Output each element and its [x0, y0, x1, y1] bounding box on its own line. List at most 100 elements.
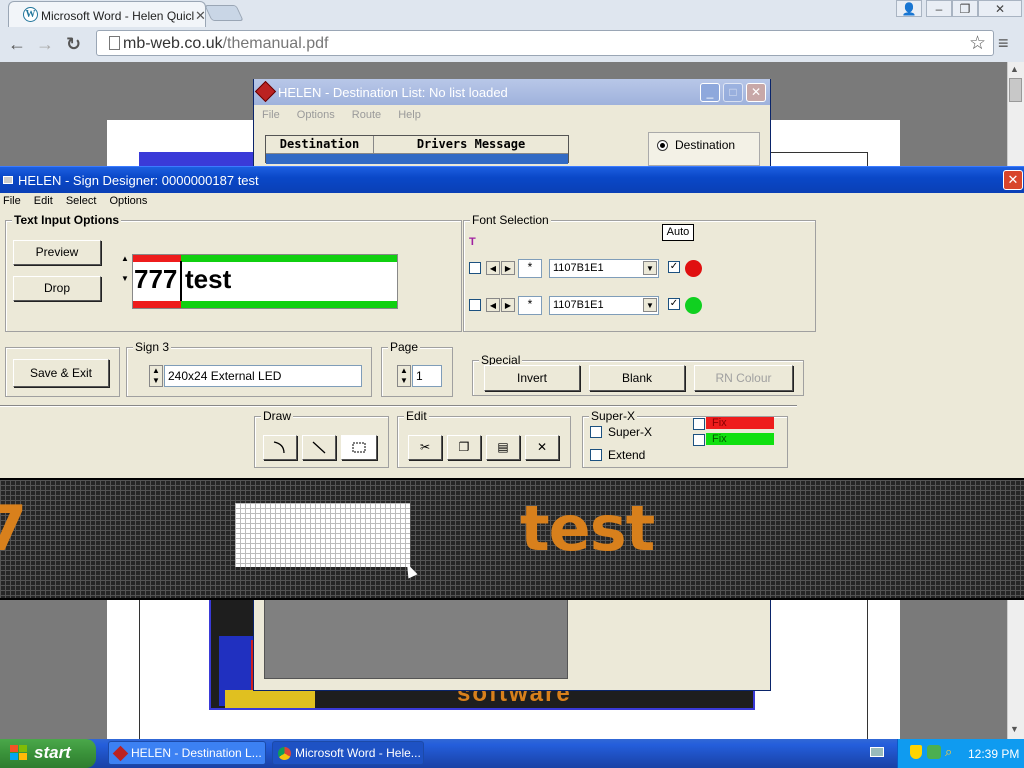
font-tt-icon[interactable]: T [469, 236, 476, 248]
sign-type-field[interactable]: 240x24 External LED [164, 365, 362, 387]
font-row1-checkbox[interactable] [469, 262, 481, 274]
paste-button[interactable]: ▤ [486, 435, 520, 460]
network-icon[interactable] [927, 745, 941, 759]
copy-button[interactable]: ❐ [447, 435, 481, 460]
star-icon[interactable]: ☆ [969, 32, 986, 55]
scrollbar-thumb[interactable] [1009, 78, 1022, 102]
user-icon[interactable]: 👤 [896, 0, 922, 17]
line-color-red-bottom [133, 301, 181, 308]
text-preview-box[interactable]: 777 test [132, 254, 398, 309]
sign-designer-titlebar[interactable]: HELEN - Sign Designer: 0000000187 test ✕ [0, 166, 1024, 193]
font-row1-color-check[interactable]: ✓ [668, 261, 680, 273]
preview-button[interactable]: Preview [13, 240, 101, 265]
preview-text: test [185, 264, 232, 294]
green-color-swatch[interactable] [685, 297, 702, 314]
extend-checkbox[interactable] [590, 449, 602, 461]
menu-route[interactable]: Route [352, 109, 381, 121]
font-row2-size[interactable]: * [518, 296, 542, 315]
page-number-field[interactable]: 1 [412, 365, 442, 387]
dest-close-button[interactable]: ✕ [746, 83, 766, 102]
menu-file[interactable]: File [262, 109, 280, 121]
menu-file[interactable]: File [3, 195, 21, 207]
blank-button[interactable]: Blank [589, 365, 685, 391]
dropdown-arrow-icon[interactable]: ▼ [643, 261, 657, 275]
keyboard-icon[interactable] [870, 747, 884, 757]
separator [0, 405, 797, 407]
led-selection-area[interactable] [235, 503, 410, 567]
restore-button[interactable]: ❐ [952, 0, 978, 17]
menu-select[interactable]: Select [66, 195, 97, 207]
fix-red-checkbox[interactable] [693, 418, 705, 430]
scroll-down-icon[interactable]: ▼ [1010, 724, 1019, 734]
pdf-figure-bar [139, 152, 255, 166]
table-row[interactable] [266, 154, 568, 164]
taskbar-item-chrome[interactable]: Microsoft Word - Hele... [272, 741, 424, 765]
destination-table[interactable]: Destination Drivers Message [265, 135, 569, 164]
column-header-drivers-message[interactable]: Drivers Message [374, 136, 568, 154]
dropdown-arrow-icon[interactable]: ▼ [643, 298, 657, 312]
menu-options[interactable]: Options [297, 109, 335, 121]
page-stepper[interactable]: ▲ ▼ [397, 365, 411, 387]
invert-button[interactable]: Invert [484, 365, 580, 391]
draw-line-tool[interactable] [302, 435, 336, 460]
font-row2-color-check[interactable]: ✓ [668, 298, 680, 310]
cut-button[interactable]: ✂ [408, 435, 442, 460]
fix-green-checkbox[interactable] [693, 434, 705, 446]
close-button[interactable]: ✕ [978, 0, 1022, 17]
taskbar-item-helen[interactable]: HELEN - Destination L... [108, 741, 266, 765]
red-color-swatch[interactable] [685, 260, 702, 277]
font-row1-select[interactable]: 1107B1E1 ▼ [549, 259, 659, 278]
windows-flag-icon [10, 745, 28, 761]
font-row1-left-arrow[interactable]: ◀ [486, 261, 500, 275]
font-row2-right-arrow[interactable]: ▶ [501, 298, 515, 312]
forward-icon[interactable]: → [36, 34, 54, 55]
menu-icon[interactable]: ≡ [998, 33, 1009, 54]
sign-designer-close-button[interactable]: ✕ [1003, 170, 1023, 190]
drop-button[interactable]: Drop [13, 276, 101, 301]
browser-tab[interactable]: W Microsoft Word - Helen Quicl ✕ [8, 1, 206, 27]
copy-icon: ❐ [458, 440, 470, 454]
back-icon[interactable]: ← [8, 34, 26, 55]
text-line-stepper[interactable]: ▲ ▼ [118, 254, 132, 283]
rn-colour-button[interactable]: RN Colour [694, 365, 793, 391]
menu-options[interactable]: Options [109, 195, 147, 207]
draw-rectangle-tool[interactable] [341, 435, 377, 460]
destination-window-titlebar[interactable]: HELEN - Destination List: No list loaded… [254, 79, 770, 105]
reload-icon[interactable]: ↻ [66, 34, 81, 55]
column-header-destination[interactable]: Destination [266, 136, 374, 154]
new-tab-button[interactable] [204, 5, 244, 21]
helen-icon [112, 745, 129, 762]
radio-destination[interactable] [657, 140, 668, 151]
address-bar[interactable]: mb-web.co.uk/themanual.pdf ☆ [96, 30, 994, 56]
font-row2-checkbox[interactable] [469, 299, 481, 311]
view-options-group: Destination [648, 132, 760, 166]
superx-checkbox[interactable] [590, 426, 602, 438]
sign-label: Sign 3 [133, 340, 172, 354]
save-exit-button[interactable]: Save & Exit [13, 359, 109, 387]
sign-stepper[interactable]: ▲ ▼ [149, 365, 163, 387]
dest-maximize-button[interactable]: □ [723, 83, 743, 102]
helen-logo-icon [254, 80, 277, 103]
font-row1-right-arrow[interactable]: ▶ [501, 261, 515, 275]
shield-icon[interactable] [910, 745, 922, 759]
font-row2-left-arrow[interactable]: ◀ [486, 298, 500, 312]
tab-title: Microsoft Word - Helen Quicl [41, 9, 195, 23]
dest-minimize-button[interactable]: _ [700, 83, 720, 102]
menu-edit[interactable]: Edit [34, 195, 53, 207]
chrome-icon [278, 747, 291, 760]
scroll-up-icon[interactable]: ▲ [1010, 64, 1019, 74]
tab-close-icon[interactable]: ✕ [195, 8, 206, 24]
superx-group-label: Super-X [589, 409, 638, 423]
delete-button[interactable]: ✕ [525, 435, 559, 460]
font-row2-select[interactable]: 1107B1E1 ▼ [549, 296, 659, 315]
auto-toggle[interactable]: Auto [662, 224, 694, 241]
clock: 12:39 PM [968, 747, 1020, 761]
search-icon[interactable]: ⌕ [945, 744, 952, 760]
led-sign-canvas[interactable] [0, 478, 1024, 600]
minimize-button[interactable]: – [926, 0, 952, 17]
menu-help[interactable]: Help [398, 109, 421, 121]
font-row1-size[interactable]: * [518, 259, 542, 278]
pdf-logo-yellow [225, 690, 315, 708]
draw-curve-tool[interactable] [263, 435, 297, 460]
radio-destination-label: Destination [675, 138, 736, 152]
